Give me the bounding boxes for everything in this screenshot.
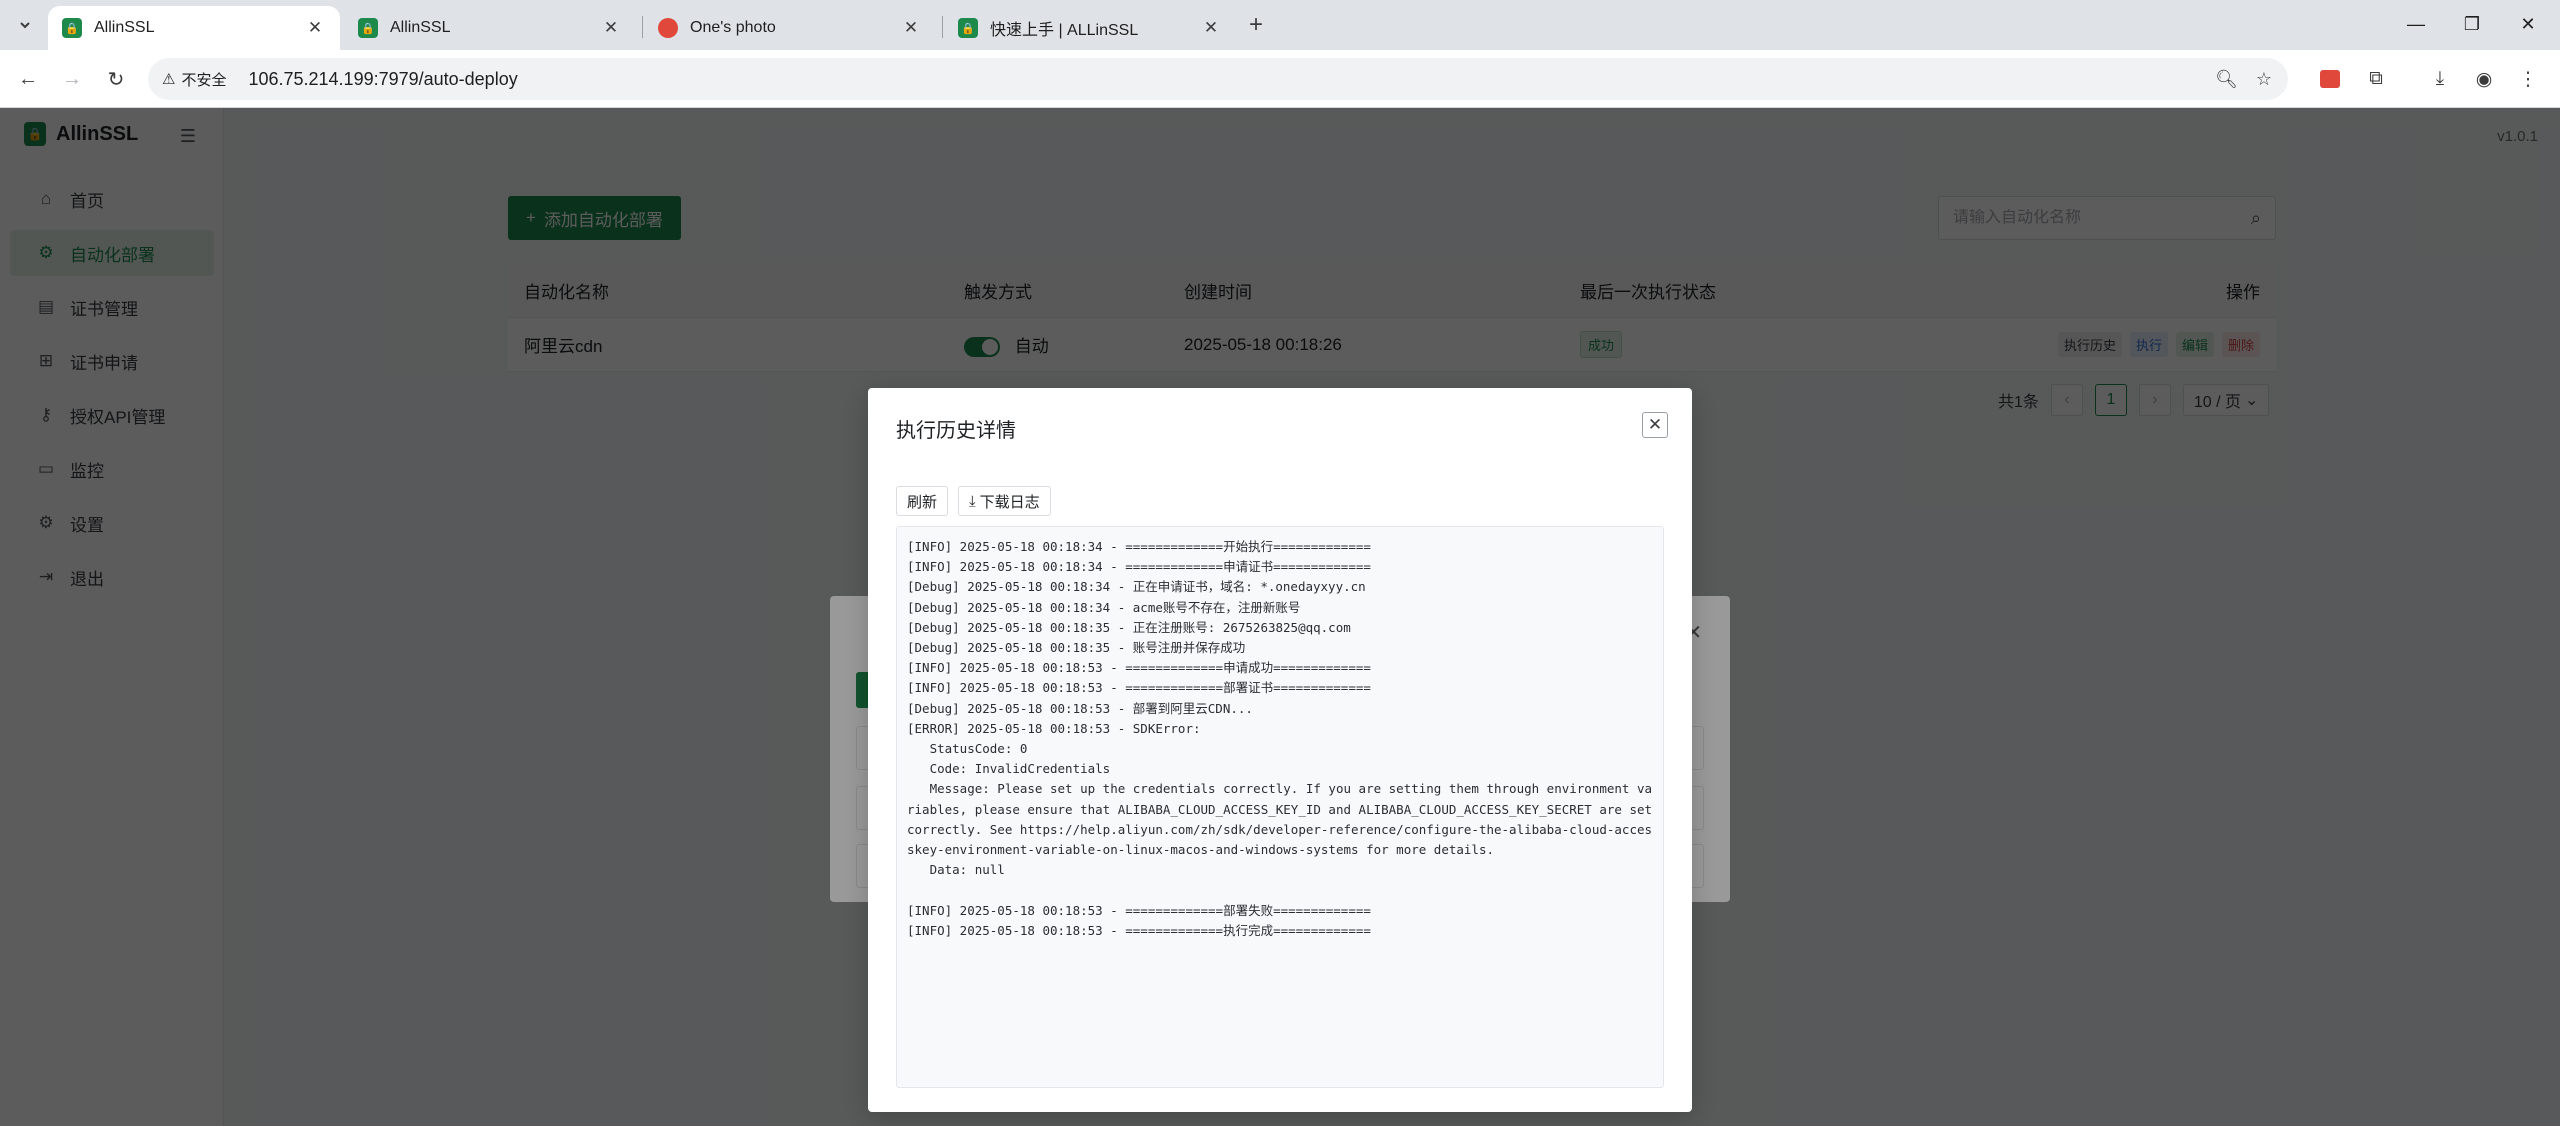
extensions-puzzle-icon[interactable]: ⧉ [2360, 63, 2392, 95]
address-bar[interactable]: ⚠ 不安全 106.75.214.199:7979/auto-deploy 🔍︎… [148, 58, 2288, 100]
refresh-button[interactable]: 刷新 [896, 486, 949, 516]
close-icon[interactable]: ✕ [1200, 17, 1222, 39]
log-output[interactable]: [INFO] 2025-05-18 00:18:34 - ===========… [896, 526, 1664, 1088]
profile-avatar-icon[interactable]: ◉ [2468, 63, 2500, 95]
browser-tab-allinssl[interactable]: 🔒 AllinSSL ✕ [344, 6, 636, 50]
allinssl-favicon-icon: 🔒 [62, 18, 82, 38]
close-icon[interactable]: ✕ [600, 17, 622, 39]
tab-title: One's photo [690, 19, 776, 36]
forward-arrow-icon[interactable]: → [56, 63, 88, 95]
tab-title: AllinSSL [390, 19, 451, 36]
restore-window-icon[interactable]: ❐ [2448, 6, 2496, 42]
tab-title: 快速上手 | ALLinSSL [990, 22, 1139, 39]
close-window-icon[interactable]: ✕ [2504, 6, 2552, 42]
modal-title: 执行历史详情 [896, 420, 1016, 442]
execution-history-modal: 执行历史详情 ✕ 刷新 ⤓ 下载日志 [INFO] 2025-05-18 00:… [868, 388, 1692, 1112]
photo-favicon-icon [658, 18, 678, 38]
reload-icon[interactable]: ↻ [100, 63, 132, 95]
close-icon[interactable]: ✕ [1642, 412, 1668, 438]
zoom-icon[interactable]: 🔍︎ [2215, 69, 2238, 90]
new-tab-plus-icon[interactable]: + [1240, 10, 1272, 40]
allinssl-favicon-icon: 🔒 [358, 18, 378, 38]
minimize-window-icon[interactable]: — [2392, 6, 2440, 42]
close-icon[interactable]: ✕ [900, 17, 922, 39]
security-indicator[interactable]: ⚠ 不安全 [162, 69, 236, 90]
extension-red-icon[interactable] [2314, 63, 2346, 95]
browser-tab-ones-photo[interactable]: One's photo ✕ [644, 6, 936, 50]
bookmark-star-icon[interactable]: ☆ [2256, 69, 2272, 90]
close-icon[interactable]: ✕ [304, 17, 326, 39]
tab-title: AllinSSL [94, 19, 155, 36]
url-text[interactable]: 106.75.214.199:7979/auto-deploy [248, 69, 517, 90]
download-icon[interactable]: ⤓ [2424, 63, 2456, 95]
modal-actions: 刷新 ⤓ 下载日志 [896, 486, 1051, 516]
download-icon: ⤓ [969, 492, 976, 510]
browser-tabstrip: 🔒 AllinSSL ✕ 🔒 AllinSSL ✕ One's photo ✕ … [0, 0, 2560, 50]
allinssl-favicon-icon: 🔒 [958, 18, 978, 38]
tab-separator [642, 16, 643, 38]
log-text: [INFO] 2025-05-18 00:18:34 - ===========… [907, 539, 1653, 938]
browser-tab-allinssl-active[interactable]: 🔒 AllinSSL ✕ [48, 6, 340, 50]
browser-toolbar: ← → ↻ ⚠ 不安全 106.75.214.199:7979/auto-dep… [0, 50, 2560, 108]
security-label: 不安全 [181, 71, 227, 89]
app-page: 🔒 AllinSSL ☰ ⌂ 首页 ⚙︎ 自动化部署 ▤ 证书管理 ⊞ 证书申请… [0, 108, 2560, 1126]
tab-search-chevron-icon[interactable] [8, 9, 42, 41]
browser-menu-icon[interactable]: ⋮ [2512, 63, 2544, 95]
back-arrow-icon[interactable]: ← [12, 63, 44, 95]
download-log-label: 下载日志 [979, 493, 1040, 511]
warning-triangle-icon: ⚠ [162, 71, 176, 88]
tab-separator [942, 16, 943, 38]
omnibox-actions: 🔍︎ ☆ [2215, 58, 2272, 100]
browser-tab-quickstart[interactable]: 🔒 快速上手 | ALLinSSL ✕ [944, 6, 1236, 50]
download-log-button[interactable]: ⤓ 下载日志 [958, 486, 1051, 516]
